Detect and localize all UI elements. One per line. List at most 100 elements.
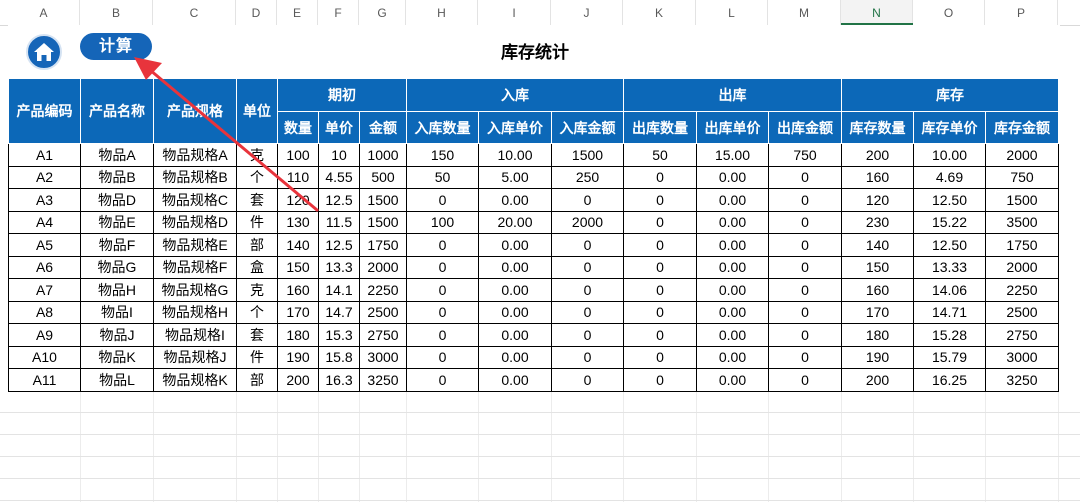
- table-cell[interactable]: 0: [623, 300, 697, 324]
- calculate-button[interactable]: 计算: [80, 33, 152, 60]
- table-cell[interactable]: 4.55: [318, 165, 360, 189]
- table-cell[interactable]: 130: [277, 210, 319, 234]
- table-cell[interactable]: 1500: [551, 143, 624, 167]
- table-cell[interactable]: 0: [768, 233, 842, 257]
- table-cell[interactable]: 0: [623, 165, 697, 189]
- table-cell[interactable]: 0: [406, 368, 479, 392]
- table-cell[interactable]: 物品规格C: [153, 188, 237, 212]
- table-cell[interactable]: 120: [841, 188, 914, 212]
- table-cell[interactable]: 0: [768, 300, 842, 324]
- table-cell[interactable]: 物品B: [80, 165, 154, 189]
- table-cell[interactable]: 物品规格B: [153, 165, 237, 189]
- table-cell[interactable]: 14.7: [318, 300, 360, 324]
- table-cell[interactable]: 0: [623, 210, 697, 234]
- table-cell[interactable]: 0.00: [696, 233, 769, 257]
- table-cell[interactable]: 0: [406, 345, 479, 369]
- table-cell[interactable]: 物品规格A: [153, 143, 237, 167]
- table-cell[interactable]: 物品A: [80, 143, 154, 167]
- table-cell[interactable]: 13.3: [318, 255, 360, 279]
- table-cell[interactable]: A3: [8, 188, 81, 212]
- table-cell[interactable]: 16.25: [913, 368, 986, 392]
- table-cell[interactable]: 物品G: [80, 255, 154, 279]
- table-cell[interactable]: 15.00: [696, 143, 769, 167]
- table-cell[interactable]: 物品规格G: [153, 278, 237, 302]
- column-header-g[interactable]: G: [359, 0, 406, 25]
- table-cell[interactable]: 0.00: [478, 255, 552, 279]
- table-cell[interactable]: 160: [277, 278, 319, 302]
- table-cell[interactable]: 0.00: [478, 300, 552, 324]
- table-cell[interactable]: 750: [768, 143, 842, 167]
- table-cell[interactable]: 0: [623, 233, 697, 257]
- table-cell[interactable]: 0: [623, 345, 697, 369]
- table-cell[interactable]: 个: [236, 165, 278, 189]
- table-cell[interactable]: 250: [551, 165, 624, 189]
- table-cell[interactable]: 170: [841, 300, 914, 324]
- table-cell[interactable]: 0.00: [696, 323, 769, 347]
- table-cell[interactable]: 物品规格J: [153, 345, 237, 369]
- table-cell[interactable]: 1750: [985, 233, 1059, 257]
- table-cell[interactable]: 部: [236, 233, 278, 257]
- table-cell[interactable]: 0: [406, 255, 479, 279]
- home-button[interactable]: [26, 34, 62, 70]
- table-cell[interactable]: 物品规格F: [153, 255, 237, 279]
- column-header-l[interactable]: L: [696, 0, 768, 25]
- table-cell[interactable]: 0.00: [696, 210, 769, 234]
- table-cell[interactable]: 200: [841, 368, 914, 392]
- table-cell[interactable]: 2000: [985, 143, 1059, 167]
- table-cell[interactable]: 180: [841, 323, 914, 347]
- table-cell[interactable]: 0: [406, 278, 479, 302]
- table-cell[interactable]: 0: [623, 368, 697, 392]
- table-cell[interactable]: 16.3: [318, 368, 360, 392]
- table-cell[interactable]: 3250: [359, 368, 407, 392]
- table-cell[interactable]: 14.06: [913, 278, 986, 302]
- column-header-c[interactable]: C: [153, 0, 236, 25]
- table-cell[interactable]: 套: [236, 188, 278, 212]
- table-cell[interactable]: 14.71: [913, 300, 986, 324]
- table-cell[interactable]: 0: [623, 278, 697, 302]
- table-cell[interactable]: 0: [768, 255, 842, 279]
- table-cell[interactable]: 1000: [359, 143, 407, 167]
- table-cell[interactable]: 50: [623, 143, 697, 167]
- table-cell[interactable]: 克: [236, 143, 278, 167]
- table-cell[interactable]: 0.00: [478, 368, 552, 392]
- table-cell[interactable]: 0.00: [696, 345, 769, 369]
- column-header-j[interactable]: J: [551, 0, 623, 25]
- column-header-o[interactable]: O: [913, 0, 985, 25]
- table-cell[interactable]: 0: [623, 255, 697, 279]
- table-cell[interactable]: 0: [551, 233, 624, 257]
- table-cell[interactable]: 物品L: [80, 368, 154, 392]
- table-cell[interactable]: 0: [551, 255, 624, 279]
- table-cell[interactable]: 0.00: [696, 278, 769, 302]
- table-cell[interactable]: 180: [277, 323, 319, 347]
- table-cell[interactable]: 3500: [985, 210, 1059, 234]
- table-cell[interactable]: 3000: [985, 345, 1059, 369]
- table-cell[interactable]: 0: [406, 188, 479, 212]
- table-cell[interactable]: 0: [406, 300, 479, 324]
- table-cell[interactable]: 0: [768, 210, 842, 234]
- table-cell[interactable]: 0: [406, 233, 479, 257]
- table-cell[interactable]: 10.00: [478, 143, 552, 167]
- table-cell[interactable]: 500: [359, 165, 407, 189]
- table-cell[interactable]: 0: [768, 278, 842, 302]
- table-cell[interactable]: 1500: [359, 210, 407, 234]
- column-header-i[interactable]: I: [478, 0, 551, 25]
- table-cell[interactable]: 物品D: [80, 188, 154, 212]
- table-cell[interactable]: 2000: [551, 210, 624, 234]
- table-cell[interactable]: 200: [277, 368, 319, 392]
- table-cell[interactable]: 170: [277, 300, 319, 324]
- table-cell[interactable]: 件: [236, 210, 278, 234]
- column-header-k[interactable]: K: [623, 0, 696, 25]
- table-cell[interactable]: 15.28: [913, 323, 986, 347]
- table-cell[interactable]: 盒: [236, 255, 278, 279]
- table-cell[interactable]: 140: [277, 233, 319, 257]
- table-cell[interactable]: 50: [406, 165, 479, 189]
- table-cell[interactable]: 12.50: [913, 188, 986, 212]
- table-cell[interactable]: 3250: [985, 368, 1059, 392]
- table-cell[interactable]: A7: [8, 278, 81, 302]
- table-cell[interactable]: 15.22: [913, 210, 986, 234]
- table-cell[interactable]: 15.8: [318, 345, 360, 369]
- table-cell[interactable]: 物品规格H: [153, 300, 237, 324]
- table-cell[interactable]: 20.00: [478, 210, 552, 234]
- table-cell[interactable]: 0: [551, 345, 624, 369]
- table-cell[interactable]: 0: [768, 345, 842, 369]
